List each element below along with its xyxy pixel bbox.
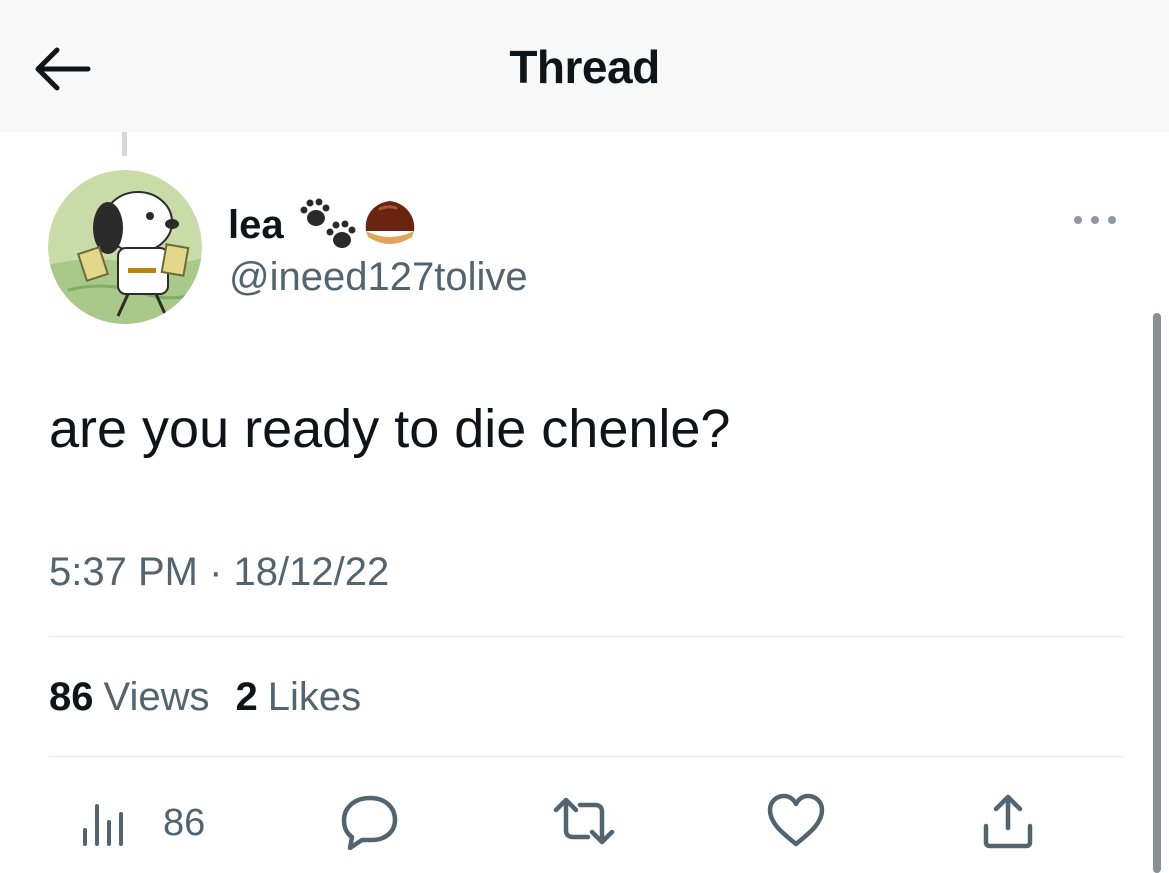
views-stat[interactable]: 86 Views	[49, 675, 209, 720]
views-action-count[interactable]: 86	[163, 802, 205, 845]
author-display-name-row[interactable]: lea	[228, 196, 418, 254]
tweet-stats: 86 Views 2 Likes	[49, 675, 387, 720]
views-count: 86	[49, 675, 94, 719]
reply-button[interactable]	[340, 792, 400, 855]
divider	[49, 636, 1123, 637]
like-button[interactable]	[766, 792, 826, 853]
author-handle[interactable]: @ineed127tolive	[229, 255, 528, 300]
top-navigation-bar: Thread	[0, 0, 1169, 132]
share-icon	[983, 794, 1033, 849]
more-horizontal-icon	[1074, 216, 1116, 224]
retweet-button[interactable]	[552, 792, 616, 855]
avatar[interactable]	[48, 170, 202, 324]
likes-count: 2	[235, 675, 258, 719]
divider	[49, 756, 1123, 757]
snoopy-avatar	[48, 170, 202, 324]
retweet-icon	[553, 797, 615, 845]
tweet-text: are you ready to die chenle?	[49, 399, 731, 459]
chestnut-icon	[365, 201, 414, 244]
author-display-name: lea	[228, 202, 284, 247]
reply-icon	[341, 795, 398, 851]
views-label: Views	[103, 675, 210, 719]
tweet-timestamp[interactable]: 5:37 PM · 18/12/22	[49, 550, 389, 595]
likes-stat[interactable]: 2 Likes	[235, 675, 361, 720]
paw-prints-icon	[300, 198, 356, 248]
likes-label: Likes	[267, 675, 362, 719]
views-button[interactable]	[80, 796, 130, 855]
thread-connector-line	[122, 132, 127, 156]
share-button[interactable]	[980, 792, 1036, 855]
page-title: Thread	[509, 41, 660, 93]
more-options-button[interactable]	[1070, 208, 1120, 232]
heart-icon	[767, 793, 825, 847]
scrollbar[interactable]	[1153, 313, 1161, 873]
bar-chart-icon	[83, 804, 123, 846]
